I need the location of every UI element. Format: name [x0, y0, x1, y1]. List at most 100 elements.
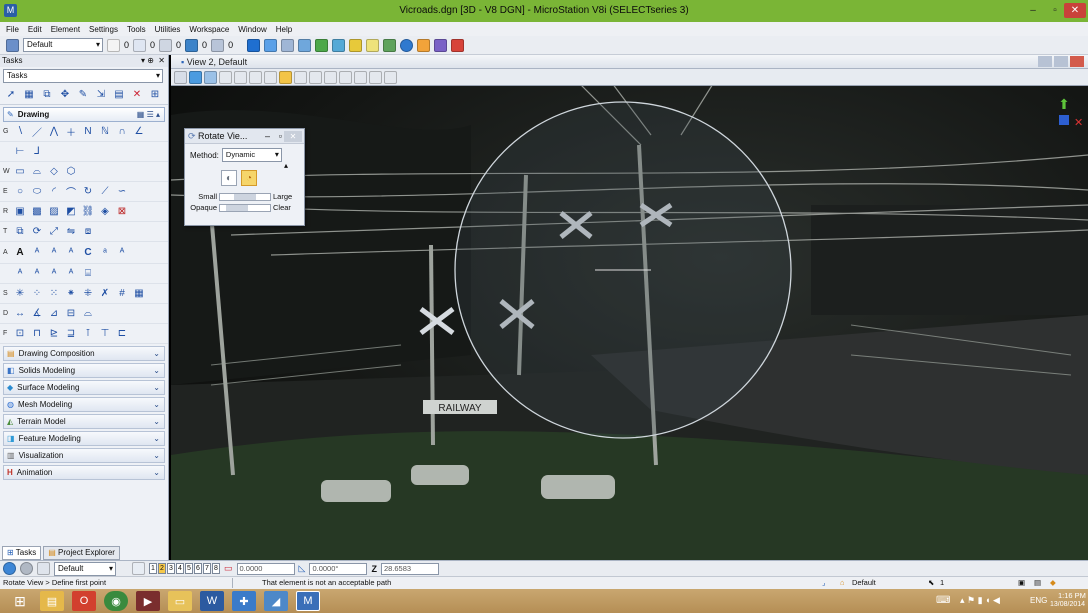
- construct-angle-icon[interactable]: ∠: [132, 125, 146, 139]
- line-style-icon[interactable]: [133, 38, 147, 52]
- menu-element[interactable]: Element: [51, 25, 80, 34]
- section-animation[interactable]: H Animation ⌄: [3, 465, 165, 480]
- text-along-icon[interactable]: ᴬ: [30, 246, 44, 260]
- move-icon[interactable]: ⇲: [94, 88, 108, 102]
- rotate-view-icon[interactable]: [279, 70, 292, 84]
- info-icon[interactable]: [400, 38, 414, 52]
- clock-date[interactable]: 13/08/2014: [1050, 601, 1088, 608]
- microstation-taskbar-icon[interactable]: M: [296, 591, 320, 611]
- active-angle-icon[interactable]: [6, 38, 19, 52]
- array-icon[interactable]: ⧈: [81, 225, 95, 239]
- zoom-in-icon[interactable]: [219, 70, 232, 84]
- dimension-angle-icon[interactable]: ∡: [30, 307, 44, 321]
- place-point-icon[interactable]: ＋: [64, 125, 78, 139]
- close-panel-icon[interactable]: ✕: [158, 55, 165, 67]
- explorer-taskbar-icon[interactable]: ▤: [40, 591, 64, 611]
- text-note-icon[interactable]: ᴬ: [47, 246, 61, 260]
- view-button-8[interactable]: 8: [212, 563, 220, 574]
- scale-icon[interactable]: ⤢: [47, 225, 61, 239]
- view-max-icon[interactable]: [1054, 56, 1068, 67]
- language-indicator[interactable]: ENG: [1030, 596, 1047, 605]
- pattern-icon[interactable]: ▩: [30, 205, 44, 219]
- curve-extract-icon[interactable]: ⊒: [64, 327, 78, 341]
- tab-tasks[interactable]: ⊞ Tasks: [2, 546, 42, 560]
- fence-icon[interactable]: ▦: [22, 88, 36, 102]
- opacity-slider-thumb[interactable]: [226, 204, 248, 211]
- place-curve-icon[interactable]: ∩: [115, 125, 129, 139]
- maximize-button[interactable]: ▫: [1044, 3, 1066, 18]
- text-table-icon[interactable]: ⌸: [81, 267, 95, 281]
- pin-icon[interactable]: ▾ ⊕: [141, 55, 154, 67]
- snap-mode-icon[interactable]: [37, 562, 50, 575]
- chain-icon[interactable]: ⛓: [81, 205, 95, 219]
- hatch-icon[interactable]: ▨: [47, 205, 61, 219]
- view-button-3[interactable]: 3: [167, 563, 175, 574]
- dialog-minimize-icon[interactable]: –: [265, 129, 270, 144]
- text-change-icon[interactable]: ᴬ: [47, 267, 61, 281]
- keyboard-tray-icon[interactable]: ⌨: [936, 595, 950, 606]
- grid-snap-icon[interactable]: #: [115, 287, 129, 301]
- lock-icon[interactable]: ⌟: [822, 577, 826, 589]
- view-next-icon[interactable]: [324, 70, 337, 84]
- raster-icon[interactable]: [281, 38, 295, 52]
- section-feature-modeling[interactable]: ◨ Feature Modeling ⌄: [3, 431, 165, 446]
- section-mesh-modeling[interactable]: ◍ Mesh Modeling ⌄: [3, 397, 165, 412]
- view-2-canvas[interactable]: RAILWAY: [171, 55, 1088, 560]
- z-field[interactable]: 28.6583: [380, 562, 439, 575]
- view-button-2[interactable]: 2: [158, 563, 166, 574]
- media-taskbar-icon[interactable]: ▶: [136, 591, 160, 611]
- delete-pattern-icon[interactable]: ⊠: [115, 205, 129, 219]
- view-close-icon[interactable]: [1070, 56, 1084, 67]
- view-button-5[interactable]: 5: [185, 563, 193, 574]
- start-button-icon[interactable]: ⊞: [8, 591, 32, 611]
- menu-workspace[interactable]: Workspace: [189, 25, 229, 34]
- walk-icon[interactable]: [384, 70, 397, 84]
- modify-arc-icon[interactable]: ↻: [81, 185, 95, 199]
- opacity-slider[interactable]: [219, 203, 271, 212]
- warning-icon[interactable]: ◆: [1050, 577, 1056, 589]
- rotate-sphere-icon[interactable]: ◐: [221, 170, 237, 186]
- construct-line-icon[interactable]: ⅃: [30, 145, 44, 159]
- area-icon[interactable]: ◈: [98, 205, 112, 219]
- camera-icon[interactable]: [369, 70, 382, 84]
- clip-volume-icon[interactable]: [339, 70, 352, 84]
- references-icon[interactable]: [264, 38, 278, 52]
- section-drawing-composition[interactable]: ▤ Drawing Composition ⌄: [3, 346, 165, 361]
- place-block-icon[interactable]: ▭: [13, 165, 27, 179]
- measure-icon[interactable]: [417, 38, 431, 52]
- level-manager-icon[interactable]: [315, 38, 329, 52]
- place-half-ellipse-icon[interactable]: ⌒: [64, 185, 78, 199]
- update-view-icon[interactable]: [204, 70, 217, 84]
- minimize-button[interactable]: –: [1022, 3, 1044, 18]
- menu-settings[interactable]: Settings: [89, 25, 118, 34]
- view-button-4[interactable]: 4: [176, 563, 184, 574]
- level-display-icon[interactable]: [298, 38, 312, 52]
- tasks-combo[interactable]: Tasks: [3, 69, 163, 83]
- view-close-x-icon[interactable]: ✕: [1074, 116, 1083, 129]
- text-copy-icon[interactable]: ᴬ: [30, 267, 44, 281]
- place-line-icon[interactable]: ／: [30, 125, 44, 139]
- delete-icon[interactable]: ✕: [130, 88, 144, 102]
- save-status-icon[interactable]: ▣: [1018, 577, 1025, 589]
- intersect-icon[interactable]: ✗: [98, 287, 112, 301]
- tray-icons[interactable]: ▴ ⚑ ▮ ◖ ◀: [960, 595, 1000, 606]
- view-button-1[interactable]: 1: [149, 563, 157, 574]
- dimension-size-icon[interactable]: ↔: [13, 307, 27, 321]
- curve-blend-icon[interactable]: ⊤: [98, 327, 112, 341]
- view-attributes-icon[interactable]: [174, 70, 187, 84]
- section-surface-modeling[interactable]: ◆ Surface Modeling ⌄: [3, 380, 165, 395]
- back-icon[interactable]: [3, 562, 16, 575]
- window-area-icon[interactable]: [249, 70, 262, 84]
- section-solids-modeling[interactable]: ◧ Solids Modeling ⌄: [3, 363, 165, 378]
- pan-view-icon[interactable]: [294, 70, 307, 84]
- lights-icon[interactable]: [349, 38, 363, 52]
- dimension-ordinate-icon[interactable]: ⊟: [64, 307, 78, 321]
- curve-network-icon[interactable]: ⊓: [30, 327, 44, 341]
- snap-icon[interactable]: ✳: [13, 287, 27, 301]
- network-taskbar-icon[interactable]: ✚: [232, 591, 256, 611]
- word-taskbar-icon[interactable]: W: [200, 591, 224, 611]
- drawing-header[interactable]: ✎ Drawing ▦ ☰ ▴: [3, 107, 165, 122]
- clock-time[interactable]: 1:16 PM: [1058, 591, 1086, 600]
- place-multiline-icon[interactable]: N: [81, 125, 95, 139]
- curve-modify-icon[interactable]: ⊺: [81, 327, 95, 341]
